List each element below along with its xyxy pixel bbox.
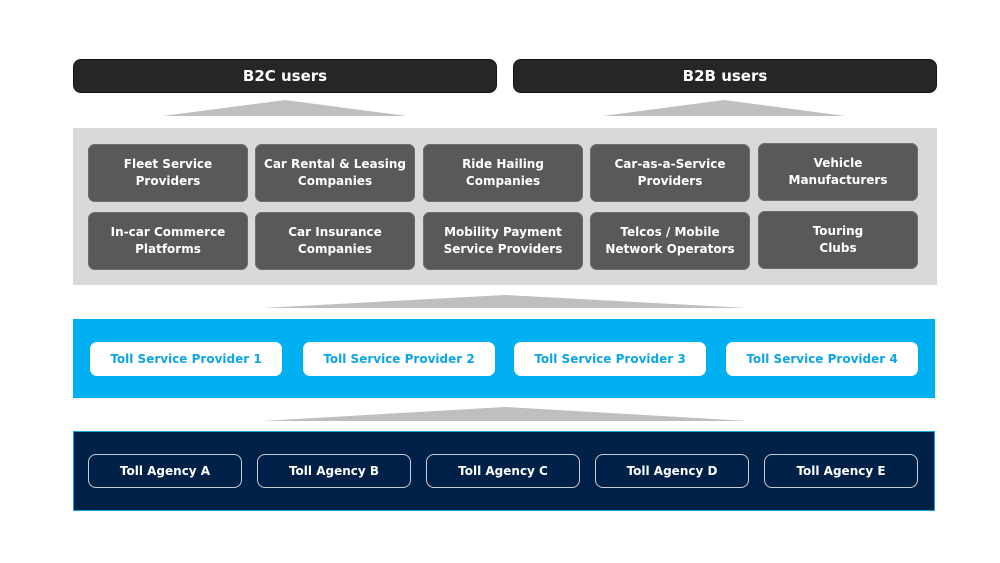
connector-triangle-b2c (163, 100, 407, 117)
tile-line2: Clubs (819, 241, 857, 255)
connector-triangle-tsp-to-agencies (262, 407, 748, 422)
category-tile-vehicle-manufacturers: Vehicle Manufacturers (758, 143, 918, 201)
toll-agency-b: Toll Agency B (257, 454, 411, 488)
tile-line1: Car Rental & Leasing (264, 157, 406, 171)
connector-triangle-b2b (603, 100, 845, 117)
connector-triangle-categories-to-tsp (262, 295, 748, 309)
b2b-users-bar: B2B users (513, 59, 937, 93)
tile-line1: Vehicle (813, 156, 863, 170)
agency-label: Toll Agency C (458, 464, 548, 478)
agency-label: Toll Agency E (796, 464, 886, 478)
tile-line2: Network Operators (605, 242, 735, 256)
category-tile-ride-hailing: Ride Hailing Companies (423, 144, 583, 202)
category-tile-mobility-payment: Mobility Payment Service Providers (423, 212, 583, 270)
toll-agency-e: Toll Agency E (764, 454, 918, 488)
agency-label: Toll Agency B (288, 464, 380, 478)
category-tile-car-as-a-service: Car-as-a-Service Providers (590, 144, 750, 202)
tile-line1: In-car Commerce (110, 225, 226, 239)
tsp-label: Toll Service Provider 3 (534, 352, 686, 366)
category-tile-touring-clubs: Touring Clubs (758, 211, 918, 269)
tsp-label: Toll Service Provider 2 (323, 352, 475, 366)
tile-line1: Car Insurance (288, 225, 382, 239)
tile-line2: Platforms (135, 242, 201, 256)
tsp-label: Toll Service Provider 4 (746, 352, 898, 366)
tile-line2: Companies (465, 174, 541, 188)
toll-agency-d: Toll Agency D (595, 454, 749, 488)
tile-line2: Manufacturers (788, 173, 888, 187)
category-tile-telcos-mno: Telcos / Mobile Network Operators (590, 212, 750, 270)
agency-label: Toll Agency D (626, 464, 718, 478)
b2c-users-bar: B2C users (73, 59, 497, 93)
category-tile-car-insurance: Car Insurance Companies (255, 212, 415, 270)
tile-line2: Providers (637, 174, 703, 188)
toll-agency-a: Toll Agency A (88, 454, 242, 488)
toll-service-provider-3: Toll Service Provider 3 (514, 342, 706, 376)
tile-line1: Mobility Payment (444, 225, 562, 239)
tile-line1: Car-as-a-Service (614, 157, 726, 171)
tsp-label: Toll Service Provider 1 (110, 352, 262, 366)
tile-line2: Companies (297, 242, 373, 256)
agency-label: Toll Agency A (119, 464, 211, 478)
tile-line1: Telcos / Mobile (620, 225, 720, 239)
tile-line2: Service Providers (443, 242, 563, 256)
tile-line1: Touring (812, 224, 864, 238)
tile-line2: Providers (135, 174, 201, 188)
b2c-users-label: B2C users (242, 67, 328, 85)
tile-line2: Companies (297, 174, 373, 188)
tile-line1: Fleet Service (123, 157, 213, 171)
category-tile-in-car-commerce: In-car Commerce Platforms (88, 212, 248, 270)
tile-line1: Ride Hailing (462, 157, 544, 171)
toll-service-provider-4: Toll Service Provider 4 (726, 342, 918, 376)
toll-agency-c: Toll Agency C (426, 454, 580, 488)
category-tile-fleet-service-providers: Fleet Service Providers (88, 144, 248, 202)
category-tile-car-rental-leasing: Car Rental & Leasing Companies (255, 144, 415, 202)
toll-service-provider-1: Toll Service Provider 1 (90, 342, 282, 376)
toll-service-provider-2: Toll Service Provider 2 (303, 342, 495, 376)
b2b-users-label: B2B users (682, 67, 768, 85)
